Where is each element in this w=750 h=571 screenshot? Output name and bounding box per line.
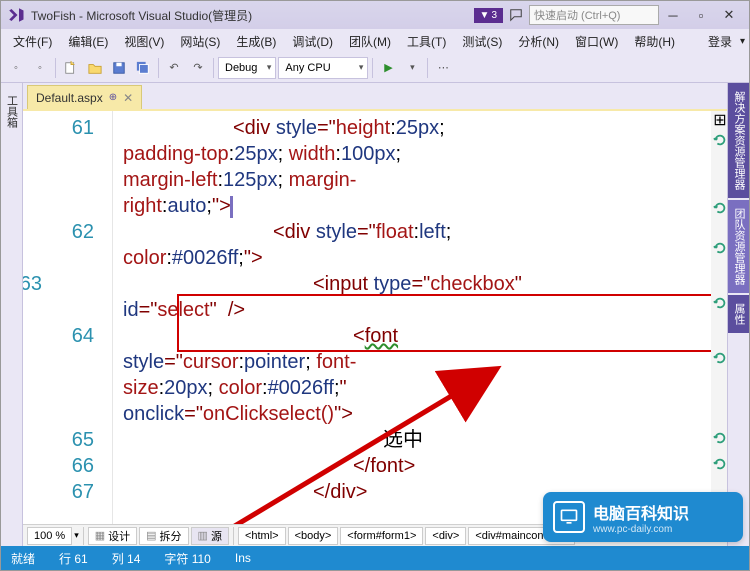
refresh-icon[interactable] bbox=[713, 431, 727, 445]
monitor-icon bbox=[553, 501, 585, 533]
right-dock: 解决方案资源管理器 团队资源管理器 属性 bbox=[727, 83, 749, 546]
tab-label: Default.aspx bbox=[36, 91, 103, 105]
menu-bar: 文件(F) 编辑(E) 视图(V) 网站(S) 生成(B) 调试(D) 团队(M… bbox=[1, 29, 749, 53]
login-button[interactable]: 登录 bbox=[700, 31, 740, 52]
zoom-level[interactable]: 100 % bbox=[27, 527, 72, 545]
menu-edit[interactable]: 编辑(E) bbox=[60, 31, 116, 52]
feedback-icon[interactable] bbox=[503, 6, 529, 24]
toolbar-overflow[interactable]: ⋯ bbox=[432, 57, 454, 79]
menu-build[interactable]: 生成(B) bbox=[228, 31, 284, 52]
document-tabs: Default.aspx ⊕ ✕ bbox=[23, 83, 727, 109]
line-number: 67 bbox=[23, 479, 94, 505]
minimize-button[interactable]: ─ bbox=[659, 5, 687, 25]
status-ready: 就绪 bbox=[11, 550, 35, 567]
status-bar: 就绪 行 61 列 14 字符 110 Ins bbox=[1, 546, 749, 570]
menu-tools[interactable]: 工具(T) bbox=[399, 31, 454, 52]
start-debug-button[interactable]: ▶ bbox=[377, 57, 399, 79]
maximize-button[interactable]: ▫ bbox=[687, 5, 715, 25]
vs-logo-icon bbox=[7, 6, 25, 24]
code-editor[interactable]: 61 62 63 64 65 66 67 <div style="height:… bbox=[23, 109, 727, 524]
nav-back-icon[interactable]: ◦ bbox=[5, 57, 27, 79]
tab-close-icon[interactable]: ✕ bbox=[123, 91, 133, 105]
config-dropdown[interactable]: Debug bbox=[218, 57, 276, 79]
title-bar: TwoFish - Microsoft Visual Studio(管理员) ▼… bbox=[1, 1, 749, 29]
line-number: 64 bbox=[23, 323, 94, 427]
refresh-icon[interactable] bbox=[713, 133, 727, 147]
refresh-icon[interactable] bbox=[713, 351, 727, 365]
close-button[interactable]: ✕ bbox=[715, 5, 743, 25]
line-number: 66 bbox=[23, 453, 94, 479]
menu-window[interactable]: 窗口(W) bbox=[567, 31, 626, 52]
tab-default-aspx[interactable]: Default.aspx ⊕ ✕ bbox=[27, 85, 142, 109]
menu-file[interactable]: 文件(F) bbox=[5, 31, 60, 52]
menu-analyze[interactable]: 分析(N) bbox=[510, 31, 567, 52]
status-ins: Ins bbox=[235, 551, 251, 565]
team-explorer-tab[interactable]: 团队资源管理器 bbox=[728, 200, 749, 293]
save-all-icon[interactable] bbox=[132, 57, 154, 79]
platform-dropdown[interactable]: Any CPU bbox=[278, 57, 368, 79]
properties-tab[interactable]: 属性 bbox=[728, 295, 749, 333]
toolbar: ◦ ◦ ↶ ↷ Debug Any CPU ▶ ▾ ⋯ bbox=[1, 53, 749, 83]
solution-explorer-tab[interactable]: 解决方案资源管理器 bbox=[728, 83, 749, 198]
window-dropdown-icon[interactable]: ▾ bbox=[740, 36, 745, 47]
menu-help[interactable]: 帮助(H) bbox=[626, 31, 683, 52]
watermark-badge: 电脑百科知识 www.pc-daily.com bbox=[543, 492, 743, 542]
refresh-icon[interactable] bbox=[713, 201, 727, 215]
app-title: TwoFish - Microsoft Visual Studio(管理员) bbox=[31, 7, 252, 24]
status-line: 行 61 bbox=[59, 550, 88, 567]
text-node: 选中 bbox=[383, 429, 423, 451]
status-char: 字符 110 bbox=[164, 550, 210, 567]
open-file-icon[interactable] bbox=[84, 57, 106, 79]
undo-icon[interactable]: ↶ bbox=[163, 57, 185, 79]
code-area[interactable]: <div style="height:25px; padding-top:25p… bbox=[113, 111, 711, 524]
menu-view[interactable]: 视图(V) bbox=[116, 31, 172, 52]
breadcrumb-body[interactable]: <body> bbox=[288, 527, 339, 545]
breadcrumb-html[interactable]: <html> bbox=[238, 527, 286, 545]
menu-test[interactable]: 测试(S) bbox=[454, 31, 510, 52]
new-file-icon[interactable] bbox=[60, 57, 82, 79]
menu-website[interactable]: 网站(S) bbox=[172, 31, 228, 52]
source-view-button[interactable]: ▥源 bbox=[191, 527, 229, 545]
breadcrumb-form[interactable]: <form#form1> bbox=[340, 527, 423, 545]
browser-dropdown-icon[interactable]: ▾ bbox=[401, 57, 423, 79]
refresh-icon[interactable] bbox=[713, 457, 727, 471]
text-cursor bbox=[231, 197, 232, 217]
split-view-button[interactable]: ▤拆分 bbox=[139, 527, 188, 545]
breadcrumb-div[interactable]: <div> bbox=[425, 527, 466, 545]
status-col: 列 14 bbox=[112, 550, 141, 567]
toolbox-tab[interactable]: 工具箱 bbox=[2, 89, 22, 134]
save-icon[interactable] bbox=[108, 57, 130, 79]
menu-debug[interactable]: 调试(D) bbox=[284, 31, 341, 52]
line-number: 65 bbox=[23, 427, 94, 453]
annotation-margin: ⊞ bbox=[711, 111, 727, 524]
line-number: 63 bbox=[23, 271, 42, 323]
nav-fwd-icon[interactable]: ◦ bbox=[29, 57, 51, 79]
watermark-url: www.pc-daily.com bbox=[593, 524, 689, 535]
expand-icon[interactable]: ⊞ bbox=[713, 113, 727, 127]
quick-launch-input[interactable]: 快速启动 (Ctrl+Q) bbox=[529, 5, 659, 25]
redo-icon[interactable]: ↷ bbox=[187, 57, 209, 79]
line-number: 62 bbox=[23, 219, 94, 271]
left-dock: 工具箱 bbox=[1, 83, 23, 546]
refresh-icon[interactable] bbox=[713, 296, 727, 310]
refresh-icon[interactable] bbox=[713, 241, 727, 255]
design-view-button[interactable]: ▦设计 bbox=[88, 527, 137, 545]
line-number: 61 bbox=[23, 115, 94, 219]
notification-badge[interactable]: ▼3 bbox=[474, 8, 503, 23]
pin-icon[interactable]: ⊕ bbox=[109, 92, 117, 103]
menu-team[interactable]: 团队(M) bbox=[341, 31, 399, 52]
line-number-gutter: 61 62 63 64 65 66 67 bbox=[23, 111, 113, 524]
watermark-title: 电脑百科知识 bbox=[593, 500, 689, 524]
